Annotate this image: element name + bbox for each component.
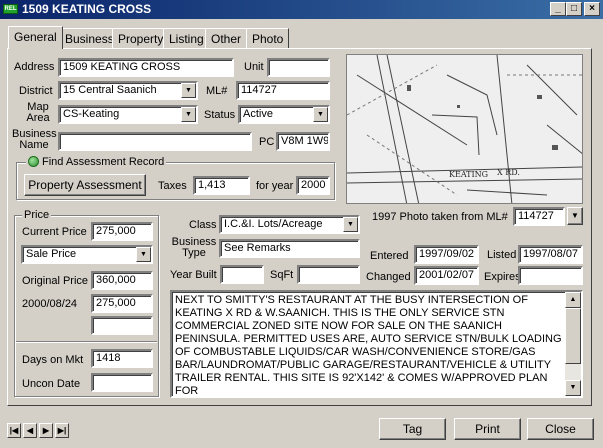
year-built-field[interactable] (220, 265, 264, 284)
business-type-field[interactable]: See Remarks (219, 239, 360, 258)
app-icon: REL (3, 4, 18, 14)
photo-ml-field[interactable]: 114727 (513, 207, 565, 226)
dropdown-arrow-icon[interactable]: ▼ (343, 217, 358, 232)
status-label: Status (204, 109, 236, 121)
tab-photo[interactable]: Photo (246, 28, 290, 48)
price-extra-field[interactable] (91, 316, 153, 335)
maximize-button[interactable]: □ (566, 2, 582, 16)
minimize-button[interactable]: _ (550, 2, 566, 16)
listed-field[interactable]: 1997/08/07 (518, 245, 583, 264)
print-button[interactable]: Print (454, 418, 521, 440)
scroll-up-icon[interactable]: ▲ (565, 292, 581, 308)
sqft-label: SqFt (270, 269, 294, 281)
window-title: 1509 KEATING CROSS (22, 2, 152, 16)
photo-caption: 1997 Photo taken from ML# (372, 211, 508, 223)
dropdown-arrow-icon[interactable]: ▼ (136, 247, 151, 262)
map-label-xrd: X RD. (497, 168, 520, 177)
unit-field[interactable] (267, 58, 330, 77)
postal-code-field[interactable]: V8M 1W9 (276, 132, 330, 151)
property-assessment-button[interactable]: Property Assessment (24, 174, 146, 196)
entered-field[interactable]: 1997/09/02 (414, 245, 479, 264)
map-area-select[interactable]: CS-Keating ▼ (58, 105, 198, 124)
close-window-button[interactable]: × (584, 2, 600, 16)
scroll-down-icon[interactable]: ▼ (565, 380, 581, 396)
days-on-market-label: Days on Mkt (22, 354, 84, 366)
taxes-field[interactable]: 1,413 (193, 176, 250, 195)
property-photo: KEATING X RD. (346, 54, 583, 204)
days-on-market-field[interactable]: 1418 (91, 349, 153, 368)
globe-icon (28, 156, 39, 167)
district-value: 15 Central Saanich (63, 84, 157, 96)
tab-business[interactable]: Business (59, 28, 120, 48)
year-built-label: Year Built (170, 269, 217, 281)
tab-other[interactable]: Other (205, 28, 248, 48)
remarks-text: NEXT TO SMITTY'S RESTAURANT AT THE BUSY … (175, 294, 562, 394)
assessment-group-title: Find Assessment Record (26, 156, 167, 168)
map-area-value: CS-Keating (63, 108, 120, 120)
expires-field[interactable] (518, 266, 583, 285)
changed-label: Changed (366, 271, 411, 283)
price-divider (16, 341, 157, 343)
close-button[interactable]: Close (527, 418, 594, 440)
price-type-value: Sale Price (26, 248, 77, 260)
remarks-scrollbar[interactable]: ▲ ▼ (565, 292, 581, 396)
class-label: Class (189, 219, 217, 231)
ml-label: ML# (206, 85, 228, 97)
district-label: District (19, 85, 53, 97)
business-type-label: Business Type (171, 236, 217, 259)
tag-button[interactable]: Tag (379, 418, 446, 440)
business-name-field[interactable] (58, 132, 252, 151)
year-field[interactable]: 2000 (296, 176, 330, 195)
photo-ml-dropdown[interactable]: ▼ (567, 207, 583, 225)
original-price-field[interactable]: 360,000 (91, 271, 153, 290)
dropdown-arrow-icon[interactable]: ▼ (181, 83, 196, 98)
class-value: I.C.&I. Lots/Acreage (224, 218, 323, 230)
next-record-icon[interactable]: ▶ (39, 423, 53, 438)
map-area-label: Map Area (26, 101, 50, 124)
class-select[interactable]: I.C.&I. Lots/Acreage ▼ (219, 215, 360, 234)
address-field[interactable]: 1509 KEATING CROSS (58, 58, 234, 77)
current-price-label: Current Price (22, 226, 87, 238)
current-price-field[interactable]: 275,000 (91, 222, 153, 241)
for-year-label: for year (256, 180, 294, 192)
price-change-date-label: 2000/08/24 (22, 298, 78, 310)
price-type-select[interactable]: Sale Price ▼ (21, 245, 153, 264)
unit-label: Unit (244, 61, 264, 73)
dropdown-arrow-icon[interactable]: ▼ (313, 107, 328, 122)
price-group-title: Price (22, 209, 52, 221)
map-label-keating: KEATING (449, 170, 488, 179)
tab-listing[interactable]: Listing (163, 28, 210, 48)
price-change-field[interactable]: 275,000 (91, 294, 153, 313)
tab-general[interactable]: General (8, 26, 63, 49)
prev-record-icon[interactable]: ◀ (23, 423, 37, 438)
listed-label: Listed (487, 249, 517, 261)
ml-field[interactable]: 114727 (236, 81, 330, 100)
dropdown-arrow-icon[interactable]: ▼ (181, 107, 196, 122)
expires-label: Expires (484, 271, 521, 283)
business-name-label: Business Name (12, 128, 57, 151)
title-bar[interactable]: REL 1509 KEATING CROSS _ □ × (0, 0, 603, 19)
pc-label: PC (259, 136, 275, 148)
entered-label: Entered (370, 250, 409, 262)
tab-property[interactable]: Property (112, 28, 170, 48)
first-record-icon[interactable]: |◀ (7, 423, 21, 438)
last-record-icon[interactable]: ▶| (55, 423, 69, 438)
uncon-date-label: Uncon Date (22, 378, 81, 390)
status-select[interactable]: Active ▼ (238, 105, 330, 124)
uncon-date-field[interactable] (91, 373, 153, 392)
sqft-field[interactable] (297, 265, 360, 284)
scroll-thumb[interactable] (565, 308, 581, 364)
changed-field[interactable]: 2001/02/07 (414, 266, 479, 285)
original-price-label: Original Price (22, 275, 89, 287)
status-value: Active (243, 108, 273, 120)
assessment-title-text: Find Assessment Record (42, 156, 165, 168)
address-label: Address (14, 61, 55, 73)
map-sketch: KEATING X RD. (347, 55, 582, 203)
taxes-label: Taxes (158, 180, 187, 192)
remarks-textarea[interactable]: NEXT TO SMITTY'S RESTAURANT AT THE BUSY … (170, 290, 583, 398)
district-select[interactable]: 15 Central Saanich ▼ (58, 81, 198, 100)
